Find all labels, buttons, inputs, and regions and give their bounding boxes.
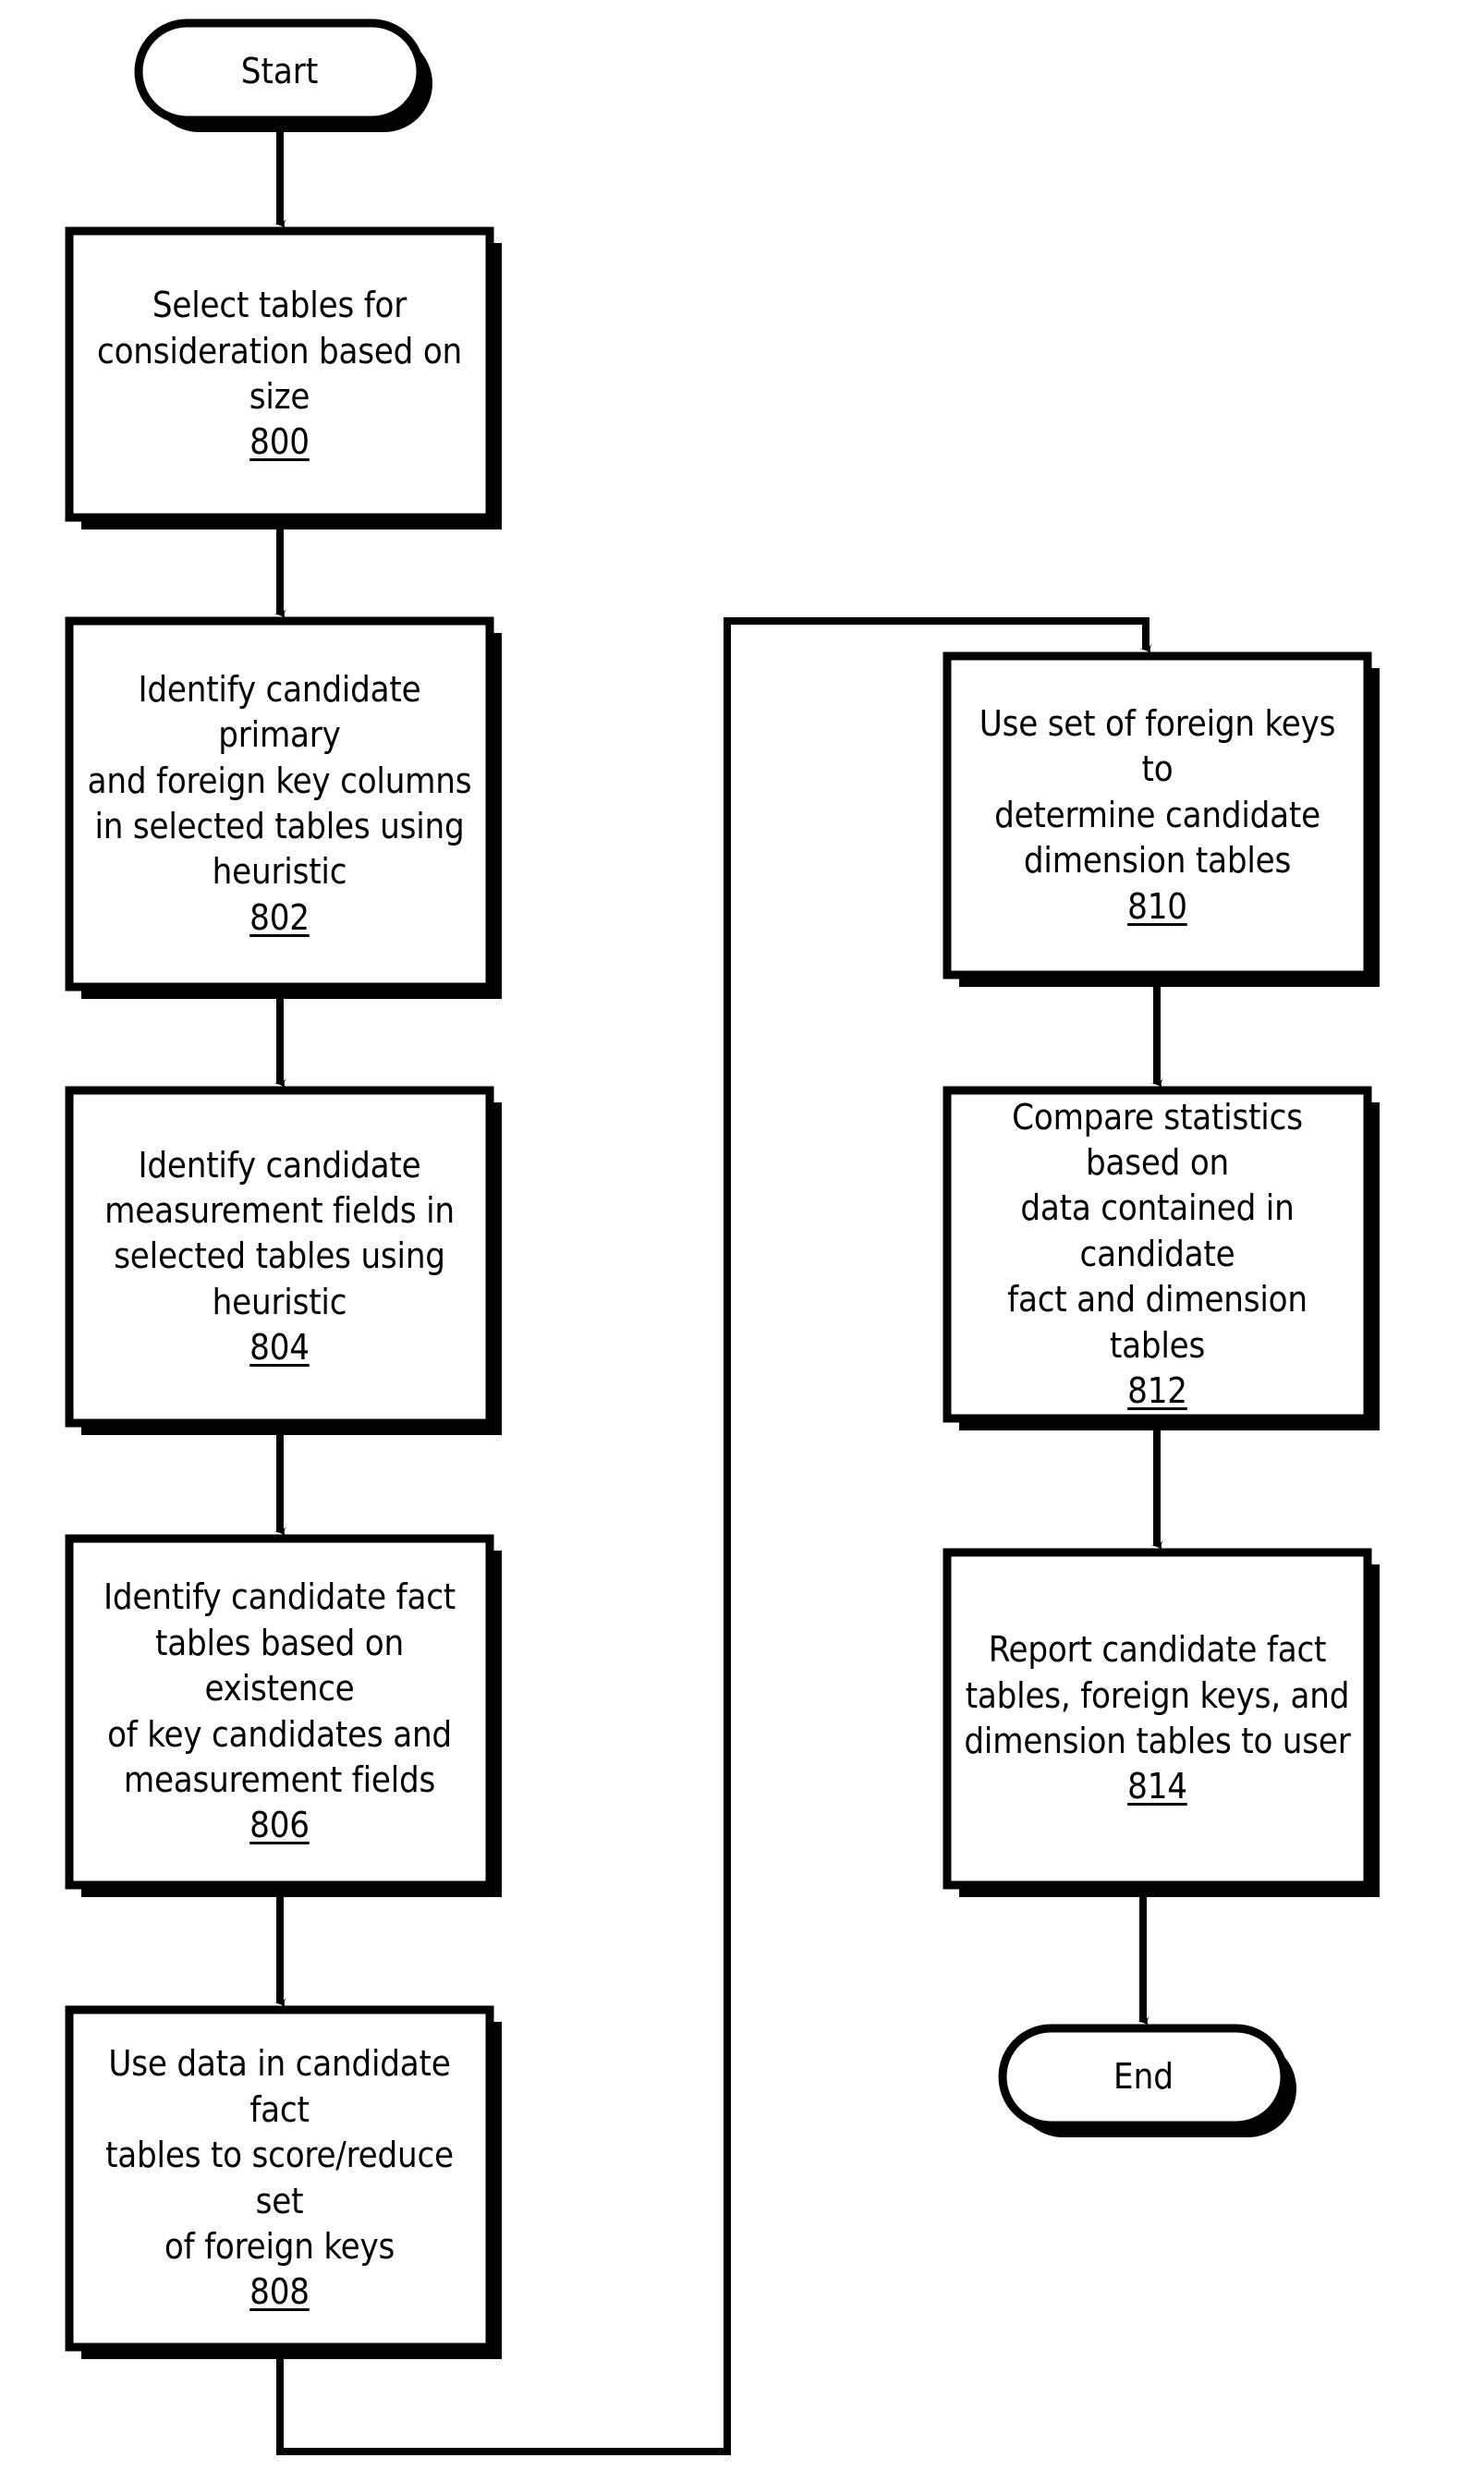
start-terminal [134, 18, 425, 125]
node-box-812 [943, 1086, 1372, 1423]
end-terminal [998, 2024, 1289, 2130]
node-box-810 [943, 651, 1372, 979]
node-box-800 [65, 226, 494, 522]
node-box-802 [65, 616, 494, 992]
node-box-806 [65, 1534, 494, 1890]
process-boxes-right [943, 651, 1372, 1890]
node-box-804 [65, 1086, 494, 1428]
flowchart-graphics [65, 18, 1380, 2455]
flowchart-canvas: Start Select tables for consideration ba… [0, 0, 1484, 2470]
node-box-814 [943, 1548, 1372, 1890]
node-box-808 [65, 2005, 494, 2352]
